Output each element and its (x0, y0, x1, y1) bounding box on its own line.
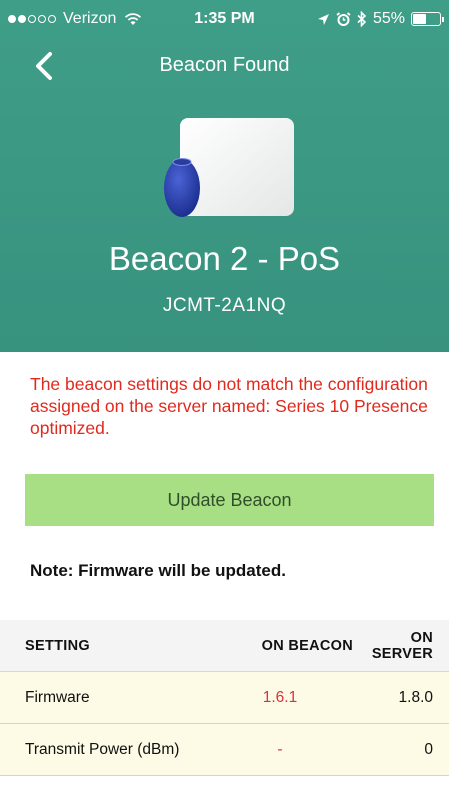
on-server-value: 0 (424, 740, 433, 758)
on-beacon-value: - (277, 740, 283, 758)
on-server-value: 1.8.0 (398, 688, 433, 706)
location-arrow-icon (317, 13, 329, 25)
mismatch-warning: The beacon settings do not match the con… (30, 374, 428, 438)
bluetooth-icon (357, 11, 367, 27)
column-header-on-beacon: ON BEACON (261, 637, 353, 654)
beacon-id: JCMT-2A1NQ (162, 295, 287, 316)
beacon-name: Beacon 2 - PoS (108, 240, 341, 277)
setting-name: Firmware (25, 688, 90, 706)
status-bar: Verizon 1:35 PM 55% (0, 0, 449, 40)
alarm-icon (336, 11, 351, 26)
on-beacon-value: 1.6.1 (262, 688, 298, 706)
page-title: Beacon Found (159, 54, 290, 76)
navigation-bar: Beacon Found (0, 44, 449, 88)
beacon-device-image (164, 118, 294, 217)
header: Verizon 1:35 PM 55% Beacon Found Beacon … (0, 0, 449, 352)
table-header: SETTING ON BEACON ON SERVER (0, 620, 449, 672)
update-beacon-button[interactable]: Update Beacon (25, 474, 434, 526)
table-row[interactable]: Transmit Power (dBm) - 0 (0, 724, 449, 776)
firmware-note: Note: Firmware will be updated. (30, 561, 286, 580)
column-header-on-server: ON SERVER (371, 629, 433, 662)
column-header-setting: SETTING (25, 637, 90, 654)
battery-icon (411, 12, 444, 26)
settings-table: SETTING ON BEACON ON SERVER Firmware 1.6… (0, 620, 449, 776)
battery-percent: 55% (372, 10, 405, 27)
status-right: 55% (317, 10, 444, 28)
table-row[interactable]: Firmware 1.6.1 1.8.0 (0, 672, 449, 724)
setting-name: Transmit Power (dBm) (25, 740, 180, 758)
